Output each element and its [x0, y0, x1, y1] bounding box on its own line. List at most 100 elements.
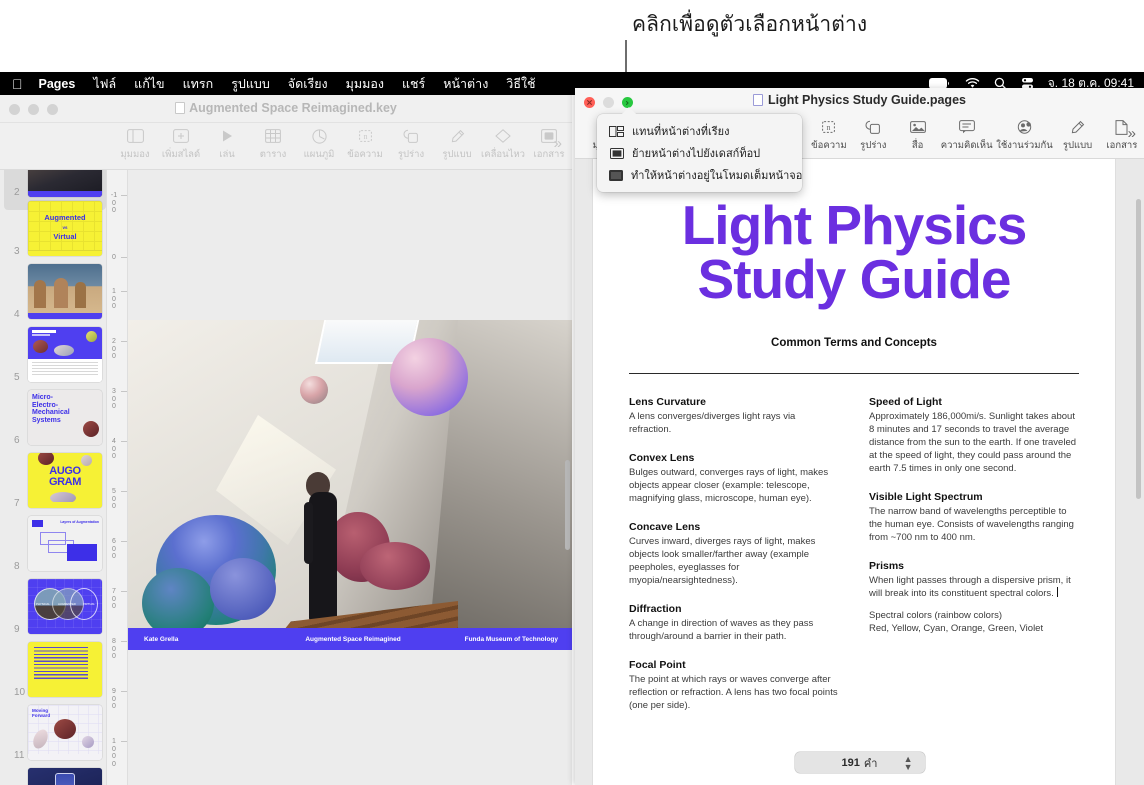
- pages-toolbar-comment-label: ความคิดเห็น: [940, 140, 993, 151]
- keynote-toolbar-format[interactable]: รูปแบบ: [434, 126, 480, 162]
- ruler-tick-800: 800: [107, 638, 127, 661]
- keynote-vertical-scrollbar[interactable]: [565, 460, 570, 550]
- chevron-double-right-icon[interactable]: »: [1128, 125, 1136, 142]
- keynote-window: Augmented Space Reimagined.key มุมมอง เพ…: [0, 95, 572, 785]
- collaborate-icon: [994, 117, 1056, 137]
- pages-toolbar-shape[interactable]: รูปร่าง: [851, 117, 895, 153]
- menu-item-arrange[interactable]: จัดเรียง: [288, 74, 328, 94]
- ruler-tick-100: 100: [107, 288, 127, 311]
- keynote-toolbar-view-label: มุมมอง: [120, 149, 150, 160]
- slide-thumb-7-title: AUGO GRAM: [48, 465, 81, 488]
- dropdown-item-move-to-desktop[interactable]: ย้ายหน้าต่างไปยังเดสก์ท็อป: [597, 142, 802, 164]
- ruler-tick-label--100: -1 0 0: [110, 192, 118, 214]
- slide-thumbnail-6[interactable]: Micro- Electro- Mechanical Systems 6: [4, 388, 106, 450]
- keynote-toolbar-text[interactable]: n ข้อความ: [342, 126, 388, 162]
- menu-item-edit[interactable]: แก้ไข: [134, 74, 164, 94]
- pages-toolbar-document[interactable]: เอกสาร: [1100, 117, 1144, 153]
- slide-thumbnail-7[interactable]: AUGO GRAM 7: [4, 451, 106, 513]
- definition-speed-of-light: Approximately 186,000mi/s. Sunlight take…: [869, 410, 1077, 474]
- ruler-tick-label-1000: 1000: [112, 738, 116, 768]
- document-title-line1: Light Physics: [681, 194, 1028, 256]
- menu-item-insert[interactable]: แทรก: [183, 74, 214, 94]
- keynote-toolbar-table[interactable]: ตาราง: [250, 126, 296, 162]
- play-icon: [204, 126, 250, 146]
- format-icon: [1055, 117, 1099, 137]
- menu-item-window[interactable]: หน้าต่าง: [443, 74, 488, 94]
- ruler-tick-200: 200: [107, 338, 127, 361]
- slide-thumb-3-line2: Virtual: [53, 232, 77, 241]
- slide-navigator[interactable]: 2 Augmented vs Virtual 3 4 5 Micro- Elec…: [0, 170, 106, 785]
- keynote-title-bar[interactable]: Augmented Space Reimagined.key: [0, 95, 572, 123]
- slide-thumbnail-12[interactable]: 12: [4, 766, 106, 785]
- menu-item-share[interactable]: แชร์: [402, 74, 425, 94]
- pages-toolbar-comment[interactable]: ความคิดเห็น: [940, 117, 994, 153]
- menu-item-help[interactable]: วิธีใช้: [506, 74, 535, 94]
- slide-thumbnail-3[interactable]: Augmented vs Virtual 3: [4, 199, 106, 261]
- slide-number-4: 4: [14, 309, 20, 320]
- slide-thumb-image-11: Moving Forward: [28, 705, 102, 760]
- menu-item-format[interactable]: รูปแบบ: [231, 74, 270, 94]
- keynote-toolbar-chart[interactable]: แผนภูมิ: [296, 126, 342, 162]
- keynote-toolbar-view[interactable]: มุมมอง: [112, 126, 158, 162]
- menu-item-file[interactable]: ไฟล์: [93, 74, 116, 94]
- slide-thumb-8-title: Layers of Augmentation: [60, 520, 99, 524]
- slide-thumbnail-4[interactable]: 4: [4, 262, 106, 324]
- pages-document-icon: [753, 94, 764, 106]
- dropdown-item-tile-window[interactable]: แทนที่หน้าต่างที่เรียง: [597, 120, 802, 142]
- word-count-badge[interactable]: 191 คำ ▲ ▼: [794, 752, 925, 773]
- slide-thumbnail-10[interactable]: 10: [4, 640, 106, 702]
- apple-logo-icon[interactable]: : [12, 77, 23, 91]
- ruler-tick-label-200: 200: [112, 338, 116, 360]
- menu-item-view[interactable]: มุมมอง: [346, 74, 384, 94]
- slide-footer-author: Kate Grella: [144, 635, 179, 643]
- ruler-tick-label-100: 100: [112, 288, 116, 310]
- slide-number-5: 5: [14, 372, 20, 383]
- keynote-toolbar-animate[interactable]: เคลื่อนไหว: [480, 126, 526, 162]
- spectral-colors-heading: Spectral colors (rainbow colors): [869, 609, 1003, 621]
- slide-thumb-6-title: Micro- Electro- Mechanical Systems: [32, 394, 70, 424]
- slide-number-7: 7: [14, 498, 20, 509]
- keynote-toolbar-play[interactable]: เล่น: [204, 126, 250, 162]
- word-count-unit: คำ: [863, 757, 878, 770]
- slide-thumb-9-label-a: PHYSICAL: [36, 602, 50, 606]
- keynote-toolbar-add-slide[interactable]: เพิ่มสไลด์: [158, 126, 204, 162]
- word-count-number: 191: [841, 756, 860, 769]
- menu-item-pages[interactable]: Pages: [39, 77, 76, 91]
- slide-canvas[interactable]: Kate Grella Augmented Space Reimagined F…: [128, 170, 572, 785]
- keynote-toolbar-document[interactable]: เอกสาร: [526, 126, 572, 162]
- vertical-ruler[interactable]: -1 0 0 0 100 200 300 400 500 6 0 0 7 0 0…: [106, 170, 128, 785]
- keynote-toolbar-shape[interactable]: รูปร่าง: [388, 126, 434, 162]
- dropdown-item-move-to-desktop-label: ย้ายหน้าต่างไปยังเดสก์ท็อป: [632, 148, 761, 160]
- document-page[interactable]: Light Physics Study Guide Common Terms a…: [593, 159, 1115, 785]
- slide-thumbnail-2[interactable]: 2: [4, 170, 106, 210]
- window-options-dropdown[interactable]: แทนที่หน้าต่างที่เรียง ย้ายหน้าต่างไปยัง…: [597, 107, 802, 192]
- chevron-double-right-icon[interactable]: »: [554, 135, 562, 152]
- keynote-toolbar-document-label: เอกสาร: [533, 149, 565, 160]
- ruler-tick-label-600: 600: [112, 538, 116, 560]
- slide-thumb-footer-5: [28, 376, 102, 382]
- format-icon: [434, 126, 480, 146]
- animate-icon: [480, 126, 526, 146]
- pages-title-bar[interactable]: Light Physics Study Guide.pages: [575, 88, 1144, 114]
- ruler-tick-900: 900: [107, 688, 127, 711]
- slide-thumbnail-5[interactable]: 5: [4, 325, 106, 387]
- pages-toolbar-text[interactable]: n ข้อความ: [807, 117, 851, 153]
- pages-toolbar-format[interactable]: รูปแบบ: [1055, 117, 1099, 153]
- keynote-toolbar-animate-label: เคลื่อนไหว: [481, 149, 525, 160]
- pages-toolbar-document-label: เอกสาร: [1106, 140, 1138, 151]
- keynote-toolbar: มุมมอง เพิ่มสไลด์ เล่น ตาราง แผนภูมิ n ข…: [0, 123, 572, 170]
- pages-document-scroll[interactable]: Light Physics Study Guide Common Terms a…: [575, 159, 1144, 785]
- slide-thumbnail-8[interactable]: Layers of Augmentation 8: [4, 514, 106, 576]
- word-count-stepper-icon[interactable]: ▲ ▼: [904, 754, 913, 771]
- media-icon: [895, 117, 939, 137]
- pages-toolbar-collaborate[interactable]: ใช้งานร่วมกัน: [994, 117, 1056, 153]
- slide-thumbnail-9[interactable]: PHYSICAL AUGMENTED VIRTUAL 9: [4, 577, 106, 639]
- pages-toolbar-media[interactable]: สื่อ: [895, 117, 939, 153]
- pages-title-text: Light Physics Study Guide.pages: [768, 93, 966, 107]
- pages-vertical-scrollbar[interactable]: [1136, 199, 1141, 499]
- dropdown-item-fullscreen[interactable]: ทำให้หน้าต่างอยู่ในโหมดเต็มหน้าจอ: [597, 164, 802, 186]
- slide-number-11: 11: [14, 750, 25, 761]
- current-slide-image[interactable]: Kate Grella Augmented Space Reimagined F…: [128, 320, 572, 650]
- pages-toolbar-text-label: ข้อความ: [811, 140, 847, 151]
- slide-thumbnail-11[interactable]: Moving Forward 11: [4, 703, 106, 765]
